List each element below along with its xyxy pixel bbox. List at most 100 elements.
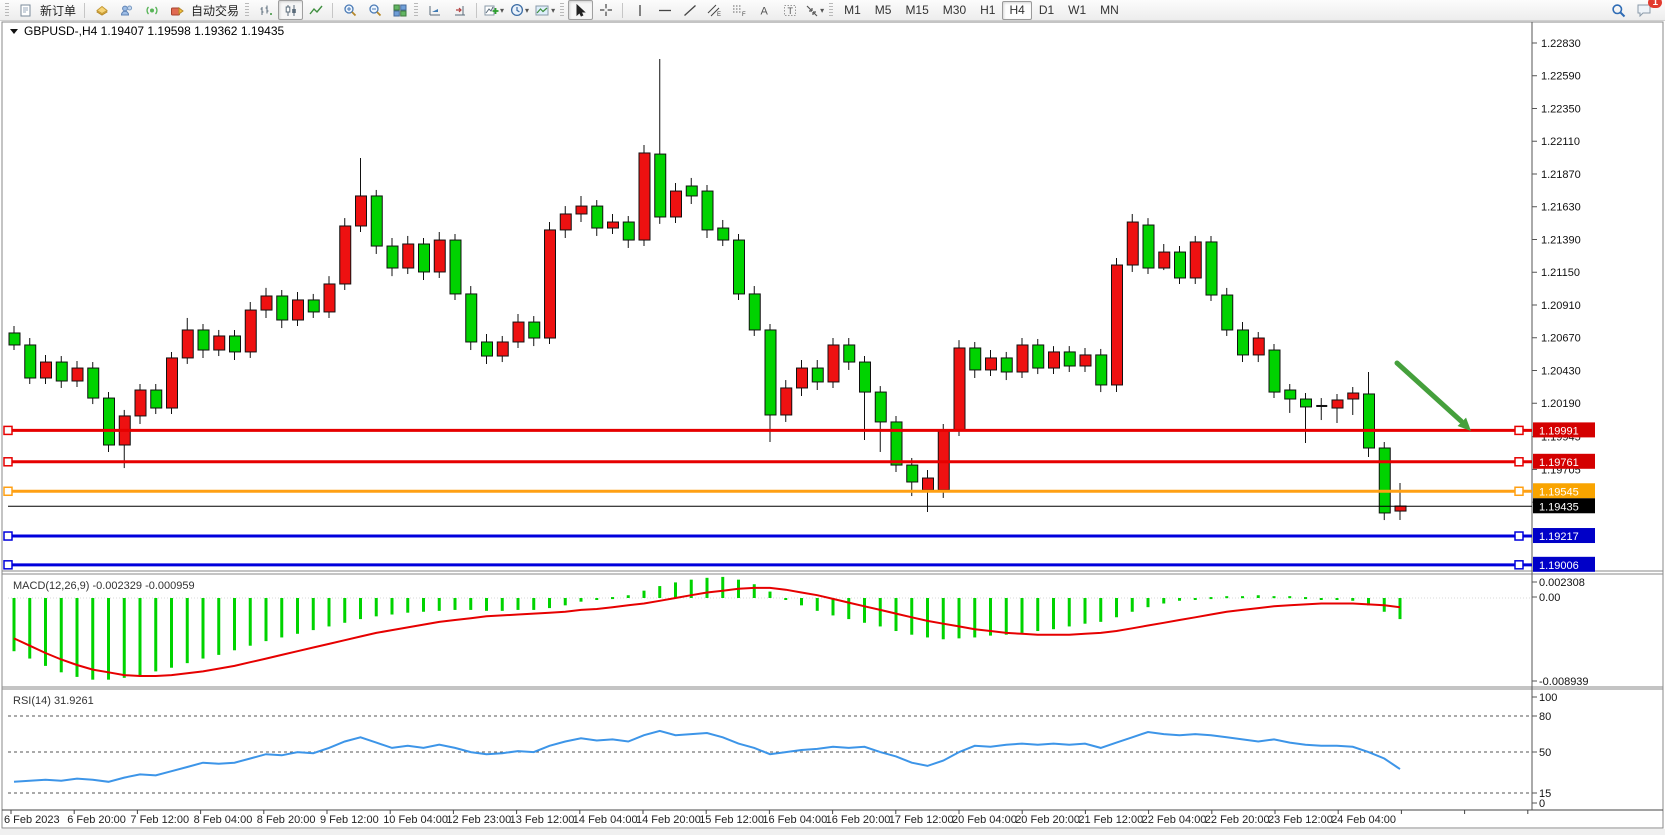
macd-histogram-bar <box>375 598 378 616</box>
candle <box>277 290 288 328</box>
candle <box>970 342 981 378</box>
candle <box>1033 339 1044 374</box>
macd-histogram-bar <box>44 598 47 666</box>
candle-body <box>765 330 776 415</box>
candle <box>1001 352 1012 380</box>
macd-histogram-bar <box>1351 598 1354 601</box>
price-label-text: 1.19217 <box>1539 531 1579 543</box>
candle-body <box>718 228 729 240</box>
candle <box>875 386 886 452</box>
date-label: 20 Feb 20:00 <box>1015 814 1080 826</box>
candle <box>576 196 587 222</box>
candle <box>1159 244 1170 270</box>
candle-body <box>1238 330 1249 355</box>
candle-body <box>655 154 666 217</box>
candle <box>1269 344 1280 398</box>
line-anchor[interactable] <box>1515 426 1523 434</box>
candle <box>560 206 571 238</box>
symbol-dropdown-icon[interactable] <box>10 29 18 34</box>
candle-body <box>340 226 351 284</box>
line-anchor[interactable] <box>1515 487 1523 495</box>
macd-histogram-bar <box>1399 598 1402 619</box>
candle <box>1175 246 1186 284</box>
macd-histogram-bar <box>627 595 630 598</box>
candle-body <box>450 240 461 294</box>
macd-histogram-bar <box>1099 598 1102 622</box>
line-anchor[interactable] <box>1515 458 1523 466</box>
date-label: 16 Feb 20:00 <box>826 814 891 826</box>
candle <box>1379 442 1390 520</box>
trend-arrow[interactable] <box>1397 363 1461 421</box>
line-anchor[interactable] <box>4 426 12 434</box>
candle-body <box>482 342 493 356</box>
candle-body <box>56 362 67 381</box>
candle-body <box>1332 400 1343 408</box>
macd-indicator-label: MACD(12,26,9) -0.002329 -0.000959 <box>13 580 195 592</box>
macd-histogram-bar <box>233 598 236 650</box>
date-label: 10 Feb 04:00 <box>383 814 448 826</box>
macd-histogram-bar <box>170 598 173 668</box>
macd-histogram-bar <box>1273 596 1276 598</box>
macd-tick-label: -0.008939 <box>1539 676 1589 688</box>
date-label: 21 Feb 12:00 <box>1078 814 1143 826</box>
candle <box>135 384 146 424</box>
macd-histogram-bar <box>60 598 63 672</box>
candle <box>1206 236 1217 301</box>
candle <box>1127 214 1138 272</box>
candle-body <box>954 348 965 430</box>
line-anchor[interactable] <box>1515 561 1523 569</box>
macd-histogram-bar <box>1336 598 1339 600</box>
date-label: 7 Feb 12:00 <box>130 814 189 826</box>
chart-canvas[interactable]: GBPUSD-,H4 1.19407 1.19598 1.19362 1.194… <box>0 0 1665 835</box>
candle-body <box>419 244 430 272</box>
macd-histogram-bar <box>532 598 535 610</box>
macd-histogram-bar <box>580 598 583 602</box>
date-label: 6 Feb 2023 <box>4 814 60 826</box>
candle-body <box>9 333 20 345</box>
candle <box>1222 288 1233 336</box>
candle-body <box>466 294 477 342</box>
candle <box>340 218 351 290</box>
macd-signal-line <box>14 588 1400 676</box>
candle <box>419 238 430 280</box>
line-anchor[interactable] <box>4 458 12 466</box>
macd-histogram-bar <box>13 598 16 651</box>
candle <box>1112 258 1123 392</box>
chart-title: GBPUSD-,H4 1.19407 1.19598 1.19362 1.194… <box>24 24 285 38</box>
candle-body <box>387 246 398 268</box>
macd-histogram-bar <box>658 586 661 598</box>
candle-body <box>245 310 256 352</box>
date-label: 14 Feb 04:00 <box>573 814 638 826</box>
candle-body <box>88 368 99 398</box>
candle-body <box>324 284 335 312</box>
date-label: 22 Feb 20:00 <box>1205 814 1270 826</box>
macd-histogram-bar <box>406 598 409 613</box>
candle-body <box>214 336 225 350</box>
candle-body <box>167 358 178 408</box>
candle <box>198 324 209 358</box>
macd-histogram-bar <box>879 598 882 626</box>
line-anchor[interactable] <box>4 532 12 540</box>
line-anchor[interactable] <box>4 487 12 495</box>
candle <box>1049 346 1060 374</box>
candle-body <box>198 330 209 350</box>
line-anchor[interactable] <box>4 561 12 569</box>
candle <box>545 222 556 344</box>
macd-histogram-bar <box>1210 597 1213 599</box>
price-tick-label: 1.21870 <box>1541 169 1581 181</box>
candle-body <box>230 336 241 352</box>
macd-histogram-bar <box>517 598 520 610</box>
macd-histogram-bar <box>328 598 331 626</box>
date-label: 16 Feb 04:00 <box>762 814 827 826</box>
candle-body <box>986 358 997 370</box>
macd-histogram-bar <box>1068 598 1071 626</box>
candle-body <box>560 214 571 230</box>
macd-histogram-bar <box>359 598 362 619</box>
macd-histogram-bar <box>753 584 756 598</box>
macd-histogram-bar <box>1257 595 1260 598</box>
candle <box>1190 236 1201 284</box>
line-anchor[interactable] <box>1515 532 1523 540</box>
candle-body <box>1222 295 1233 330</box>
candle-body <box>151 390 162 408</box>
candle-body <box>828 345 839 382</box>
